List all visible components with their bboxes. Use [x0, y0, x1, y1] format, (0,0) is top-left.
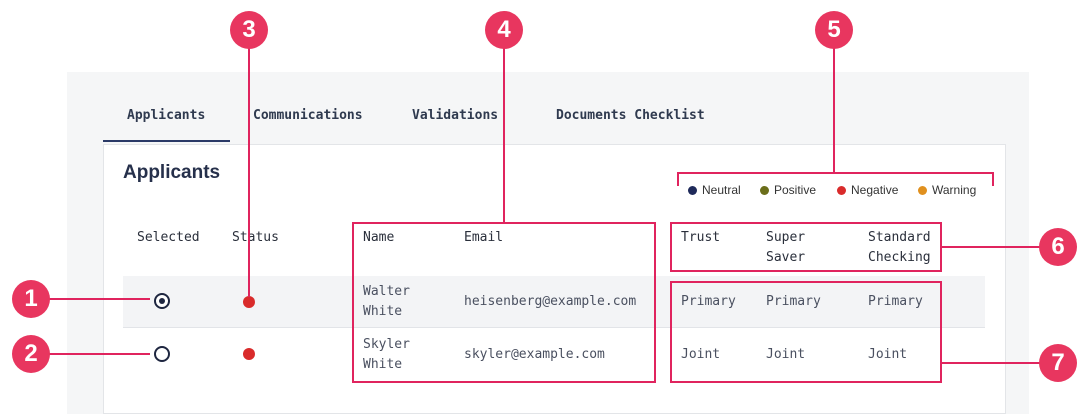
positive-dot-icon: [760, 185, 769, 195]
callout-box-account-roles: [670, 281, 942, 383]
callout-line-5: [833, 44, 835, 172]
callout-badge-3: 3: [230, 11, 268, 49]
tab-validations[interactable]: Validations: [412, 108, 498, 123]
callout-badge-6: 6: [1039, 228, 1077, 266]
col-header-selected: Selected: [137, 230, 200, 245]
callout-line-1: [38, 298, 150, 300]
card-title: Applicants: [123, 162, 221, 183]
neutral-dot-icon: [688, 185, 697, 195]
tab-applicants[interactable]: Applicants: [127, 108, 205, 123]
active-tab-indicator: [103, 140, 230, 142]
callout-line-7: [942, 362, 1042, 364]
callout-line-3: [248, 44, 250, 297]
col-header-status: Status: [232, 230, 279, 245]
callout-badge-1: 1: [12, 280, 50, 318]
row-select-radio[interactable]: [154, 346, 170, 362]
tab-documents-checklist[interactable]: Documents Checklist: [556, 108, 705, 123]
callout-badge-2: 2: [12, 335, 50, 373]
tab-communications[interactable]: Communications: [253, 108, 363, 123]
negative-dot-icon: [837, 185, 846, 195]
status-dot-icon: [243, 348, 255, 360]
row-select-radio[interactable]: [154, 293, 170, 309]
callout-box-name-email: [352, 222, 656, 383]
callout-badge-7: 7: [1039, 344, 1077, 382]
callout-bracket-legend: [677, 172, 994, 186]
status-dot-icon: [243, 296, 255, 308]
callout-badge-4: 4: [485, 11, 523, 49]
callout-box-account-headers: [670, 222, 942, 272]
callout-line-2: [38, 353, 150, 355]
callout-badge-5: 5: [815, 11, 853, 49]
callout-line-6: [942, 246, 1042, 248]
warning-dot-icon: [918, 185, 927, 195]
callout-line-4: [503, 44, 505, 222]
